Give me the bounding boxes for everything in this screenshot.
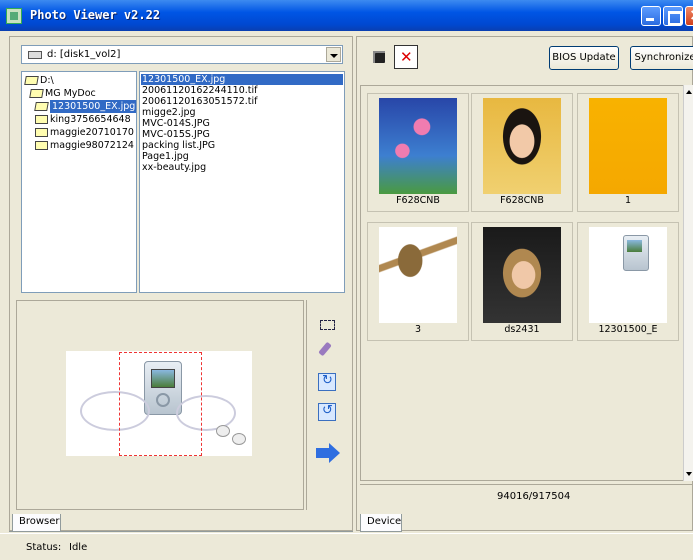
file-item[interactable]: MVC-014S.JPG xyxy=(142,118,210,129)
send-to-device-arrow-icon[interactable] xyxy=(316,443,340,463)
thumbnail-caption: F628CNB xyxy=(500,195,544,206)
file-item[interactable]: 20061120162244110.tif xyxy=(142,85,257,96)
vertical-scrollbar[interactable] xyxy=(683,85,693,481)
maximize-button[interactable] xyxy=(663,6,683,26)
earbud-icon xyxy=(216,425,230,437)
storage-usage: 94016/917504 xyxy=(497,491,571,502)
tool-column xyxy=(306,300,346,510)
woman-photo xyxy=(483,227,561,323)
select-rect-icon[interactable] xyxy=(318,315,336,333)
minimize-button[interactable] xyxy=(641,6,661,26)
thumbnail-item[interactable]: 1 xyxy=(577,93,679,212)
folder-icon xyxy=(35,115,48,124)
synchronize-button[interactable]: Synchronize xyxy=(630,46,693,70)
file-item[interactable]: migge2.jpg xyxy=(142,107,196,118)
folder-icon xyxy=(35,128,48,137)
folder-open-icon xyxy=(29,89,44,98)
file-item[interactable]: xx-beauty.jpg xyxy=(142,162,206,173)
rotate-clockwise-icon[interactable] xyxy=(318,373,336,391)
scroll-down-icon[interactable] xyxy=(684,467,693,481)
drive-select-value: d: [disk1_vol2] xyxy=(47,49,121,60)
earbud-icon xyxy=(232,433,246,445)
file-list[interactable]: 12301500_EX.jpg 20061120162244110.tif 20… xyxy=(139,71,345,293)
file-item[interactable]: MVC-015S.JPG xyxy=(142,129,210,140)
status-value: Idle xyxy=(69,542,88,553)
thumbnail-item[interactable]: F628CNB xyxy=(471,93,573,212)
folder-tree[interactable]: D:\ MG MyDoc 12301500_EX.jpg king3756654… xyxy=(21,71,137,293)
file-item[interactable]: packing list.JPG xyxy=(142,140,215,151)
thumbnail-item[interactable]: ds2431 xyxy=(471,222,573,341)
portrait-photo xyxy=(483,98,561,194)
thumbnail-item[interactable]: F628CNB xyxy=(367,93,469,212)
thumbnail-caption: 3 xyxy=(414,324,422,335)
crop-selection[interactable] xyxy=(119,352,202,456)
delete-icon[interactable] xyxy=(394,45,418,69)
tab-device[interactable]: Device xyxy=(360,514,402,532)
yellow-photo xyxy=(589,98,667,194)
file-item[interactable]: 12301500_EX.jpg xyxy=(141,74,343,85)
app-icon xyxy=(6,8,22,24)
thumbnail-caption: ds2431 xyxy=(504,324,540,335)
close-button[interactable] xyxy=(685,5,693,26)
player-photo xyxy=(589,227,667,323)
file-item[interactable]: 20061120163051572.tif xyxy=(142,96,257,107)
scroll-up-icon[interactable] xyxy=(684,85,693,99)
tab-browser[interactable]: Browser xyxy=(12,514,61,532)
folder-open-icon xyxy=(34,102,49,111)
thumbnail-item[interactable]: 12301500_E xyxy=(577,222,679,341)
title-bar[interactable]: Photo Viewer v2.22 xyxy=(0,0,693,31)
folder-icon xyxy=(35,141,48,150)
thumbnail-caption: 1 xyxy=(624,195,632,206)
status-bar xyxy=(0,533,693,560)
eraser-icon[interactable] xyxy=(318,340,336,358)
rotate-counterclockwise-icon[interactable] xyxy=(318,403,336,421)
drive-select[interactable]: d: [disk1_vol2] xyxy=(21,45,343,64)
sculpture-photo xyxy=(379,227,457,323)
window-title: Photo Viewer v2.22 xyxy=(30,8,161,22)
thumbnail-caption: 12301500_E xyxy=(598,324,658,335)
folder-open-icon xyxy=(24,76,39,85)
drive-icon xyxy=(28,51,42,59)
file-item[interactable]: Page1.jpg xyxy=(142,151,189,162)
thumbnail-item[interactable]: 3 xyxy=(367,222,469,341)
thumbnail-caption: F628CNB xyxy=(396,195,440,206)
bios-update-button[interactable]: BIOS Update xyxy=(549,46,619,70)
chevron-down-icon[interactable] xyxy=(326,47,341,62)
save-icon[interactable] xyxy=(369,47,389,67)
tulips-photo xyxy=(379,98,457,194)
status-label: Status: xyxy=(26,542,62,553)
